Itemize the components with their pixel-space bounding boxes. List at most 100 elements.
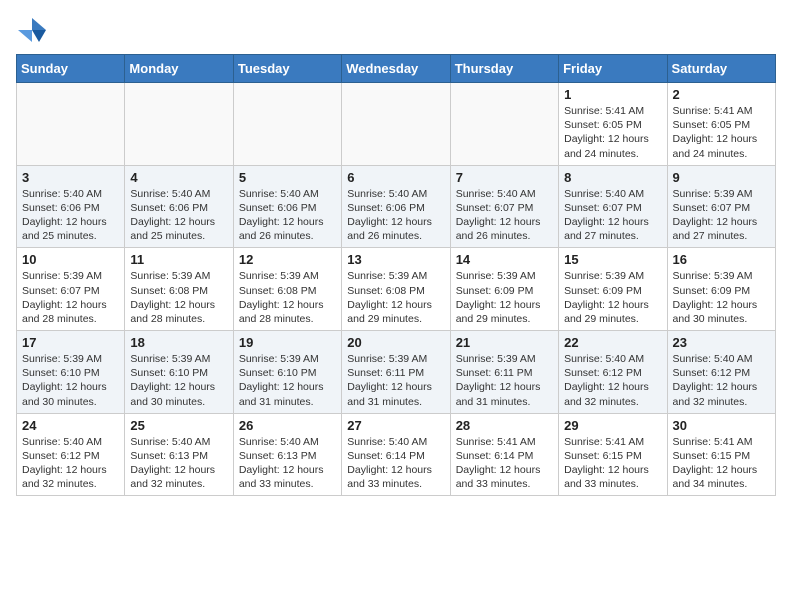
calendar-day-cell: 8 Sunrise: 5:40 AM Sunset: 6:07 PM Daylig… — [559, 165, 667, 248]
calendar-week-row: 10Sunrise: 5:39 AM Sunset: 6:07 PM Dayli… — [17, 248, 776, 331]
day-info: Sunrise: 5:40 AM Sunset: 6:13 PM Dayligh… — [130, 435, 227, 492]
weekday-label: Wednesday — [342, 55, 450, 83]
day-number: 30 — [673, 418, 770, 433]
day-info: Sunrise: 5:41 AM Sunset: 6:14 PM Dayligh… — [456, 435, 553, 492]
day-number: 19 — [239, 335, 336, 350]
calendar-day-cell — [342, 83, 450, 166]
day-info: Sunrise: 5:39 AM Sunset: 6:11 PM Dayligh… — [456, 352, 553, 409]
day-info: Sunrise: 5:39 AM Sunset: 6:08 PM Dayligh… — [239, 269, 336, 326]
calendar-week-row: 24 Sunrise: 5:40 AM Sunset: 6:12 PM Dayli… — [17, 413, 776, 496]
day-number: 6 — [347, 170, 444, 185]
day-number: 16 — [673, 252, 770, 267]
day-info: Sunrise: 5:40 AM Sunset: 6:06 PM Dayligh… — [22, 187, 119, 244]
day-info: Sunrise: 5:39 AM Sunset: 6:10 PM Dayligh… — [239, 352, 336, 409]
calendar-day-cell: 27 Sunrise: 5:40 AM Sunset: 6:14 PM Dayli… — [342, 413, 450, 496]
day-number: 25 — [130, 418, 227, 433]
day-info: Sunrise: 5:39 AM Sunset: 6:07 PM Dayligh… — [22, 269, 119, 326]
day-info: Sunrise: 5:40 AM Sunset: 6:12 PM Dayligh… — [22, 435, 119, 492]
calendar-day-cell: 7Sunrise: 5:40 AM Sunset: 6:07 PM Daylig… — [450, 165, 558, 248]
day-info: Sunrise: 5:39 AM Sunset: 6:09 PM Dayligh… — [673, 269, 770, 326]
day-number: 13 — [347, 252, 444, 267]
day-info: Sunrise: 5:39 AM Sunset: 6:08 PM Dayligh… — [130, 269, 227, 326]
calendar-day-cell: 20 Sunrise: 5:39 AM Sunset: 6:11 PM Dayli… — [342, 331, 450, 414]
calendar-day-cell: 9 Sunrise: 5:39 AM Sunset: 6:07 PM Daylig… — [667, 165, 775, 248]
weekday-label: Sunday — [17, 55, 125, 83]
calendar-day-cell: 12 Sunrise: 5:39 AM Sunset: 6:08 PM Dayli… — [233, 248, 341, 331]
day-info: Sunrise: 5:40 AM Sunset: 6:06 PM Dayligh… — [239, 187, 336, 244]
day-number: 15 — [564, 252, 661, 267]
day-info: Sunrise: 5:40 AM Sunset: 6:12 PM Dayligh… — [564, 352, 661, 409]
calendar-day-cell: 15 Sunrise: 5:39 AM Sunset: 6:09 PM Dayli… — [559, 248, 667, 331]
calendar-day-cell: 28 Sunrise: 5:41 AM Sunset: 6:14 PM Dayli… — [450, 413, 558, 496]
day-number: 17 — [22, 335, 119, 350]
calendar-day-cell: 18 Sunrise: 5:39 AM Sunset: 6:10 PM Dayli… — [125, 331, 233, 414]
day-number: 24 — [22, 418, 119, 433]
calendar-day-cell — [17, 83, 125, 166]
calendar-day-cell — [233, 83, 341, 166]
logo — [16, 16, 52, 44]
calendar-day-cell: 16 Sunrise: 5:39 AM Sunset: 6:09 PM Dayli… — [667, 248, 775, 331]
day-number: 5 — [239, 170, 336, 185]
day-info: Sunrise: 5:40 AM Sunset: 6:06 PM Dayligh… — [130, 187, 227, 244]
weekday-label: Saturday — [667, 55, 775, 83]
day-number: 23 — [673, 335, 770, 350]
day-number: 22 — [564, 335, 661, 350]
calendar-day-cell: 5 Sunrise: 5:40 AM Sunset: 6:06 PM Daylig… — [233, 165, 341, 248]
day-number: 29 — [564, 418, 661, 433]
calendar-week-row: 3 Sunrise: 5:40 AM Sunset: 6:06 PM Daylig… — [17, 165, 776, 248]
day-number: 14 — [456, 252, 553, 267]
day-info: Sunrise: 5:41 AM Sunset: 6:15 PM Dayligh… — [564, 435, 661, 492]
calendar-week-row: 1Sunrise: 5:41 AM Sunset: 6:05 PM Daylig… — [17, 83, 776, 166]
day-number: 7 — [456, 170, 553, 185]
calendar-day-cell: 24 Sunrise: 5:40 AM Sunset: 6:12 PM Dayli… — [17, 413, 125, 496]
day-number: 2 — [673, 87, 770, 102]
day-info: Sunrise: 5:39 AM Sunset: 6:09 PM Dayligh… — [456, 269, 553, 326]
calendar-day-cell: 6 Sunrise: 5:40 AM Sunset: 6:06 PM Daylig… — [342, 165, 450, 248]
day-number: 3 — [22, 170, 119, 185]
day-number: 21 — [456, 335, 553, 350]
calendar-body: 1Sunrise: 5:41 AM Sunset: 6:05 PM Daylig… — [17, 83, 776, 496]
weekday-label: Tuesday — [233, 55, 341, 83]
calendar-day-cell: 25 Sunrise: 5:40 AM Sunset: 6:13 PM Dayli… — [125, 413, 233, 496]
day-info: Sunrise: 5:39 AM Sunset: 6:10 PM Dayligh… — [130, 352, 227, 409]
weekday-label: Thursday — [450, 55, 558, 83]
day-info: Sunrise: 5:41 AM Sunset: 6:15 PM Dayligh… — [673, 435, 770, 492]
day-number: 11 — [130, 252, 227, 267]
day-info: Sunrise: 5:41 AM Sunset: 6:05 PM Dayligh… — [673, 104, 770, 161]
calendar-day-cell: 4 Sunrise: 5:40 AM Sunset: 6:06 PM Daylig… — [125, 165, 233, 248]
calendar-day-cell: 14 Sunrise: 5:39 AM Sunset: 6:09 PM Dayli… — [450, 248, 558, 331]
calendar-day-cell: 21 Sunrise: 5:39 AM Sunset: 6:11 PM Dayli… — [450, 331, 558, 414]
day-number: 9 — [673, 170, 770, 185]
calendar-day-cell — [450, 83, 558, 166]
day-info: Sunrise: 5:39 AM Sunset: 6:07 PM Dayligh… — [673, 187, 770, 244]
calendar-day-cell: 30 Sunrise: 5:41 AM Sunset: 6:15 PM Dayli… — [667, 413, 775, 496]
day-info: Sunrise: 5:40 AM Sunset: 6:12 PM Dayligh… — [673, 352, 770, 409]
calendar-table: SundayMondayTuesdayWednesdayThursdayFrid… — [16, 54, 776, 496]
day-info: Sunrise: 5:41 AM Sunset: 6:05 PM Dayligh… — [564, 104, 661, 161]
day-number: 27 — [347, 418, 444, 433]
day-info: Sunrise: 5:39 AM Sunset: 6:11 PM Dayligh… — [347, 352, 444, 409]
day-info: Sunrise: 5:39 AM Sunset: 6:09 PM Dayligh… — [564, 269, 661, 326]
day-info: Sunrise: 5:40 AM Sunset: 6:14 PM Dayligh… — [347, 435, 444, 492]
day-number: 12 — [239, 252, 336, 267]
calendar-day-cell: 23 Sunrise: 5:40 AM Sunset: 6:12 PM Dayli… — [667, 331, 775, 414]
day-number: 4 — [130, 170, 227, 185]
day-number: 8 — [564, 170, 661, 185]
day-info: Sunrise: 5:40 AM Sunset: 6:07 PM Dayligh… — [564, 187, 661, 244]
calendar-day-cell — [125, 83, 233, 166]
logo-icon — [16, 16, 48, 44]
weekday-label: Friday — [559, 55, 667, 83]
day-info: Sunrise: 5:39 AM Sunset: 6:08 PM Dayligh… — [347, 269, 444, 326]
calendar-day-cell: 29 Sunrise: 5:41 AM Sunset: 6:15 PM Dayli… — [559, 413, 667, 496]
calendar-day-cell: 2 Sunrise: 5:41 AM Sunset: 6:05 PM Daylig… — [667, 83, 775, 166]
day-number: 20 — [347, 335, 444, 350]
calendar-day-cell: 10Sunrise: 5:39 AM Sunset: 6:07 PM Dayli… — [17, 248, 125, 331]
day-info: Sunrise: 5:40 AM Sunset: 6:06 PM Dayligh… — [347, 187, 444, 244]
day-number: 28 — [456, 418, 553, 433]
day-number: 18 — [130, 335, 227, 350]
calendar-day-cell: 1Sunrise: 5:41 AM Sunset: 6:05 PM Daylig… — [559, 83, 667, 166]
weekday-header-row: SundayMondayTuesdayWednesdayThursdayFrid… — [17, 55, 776, 83]
weekday-label: Monday — [125, 55, 233, 83]
day-info: Sunrise: 5:40 AM Sunset: 6:13 PM Dayligh… — [239, 435, 336, 492]
calendar-day-cell: 22 Sunrise: 5:40 AM Sunset: 6:12 PM Dayli… — [559, 331, 667, 414]
